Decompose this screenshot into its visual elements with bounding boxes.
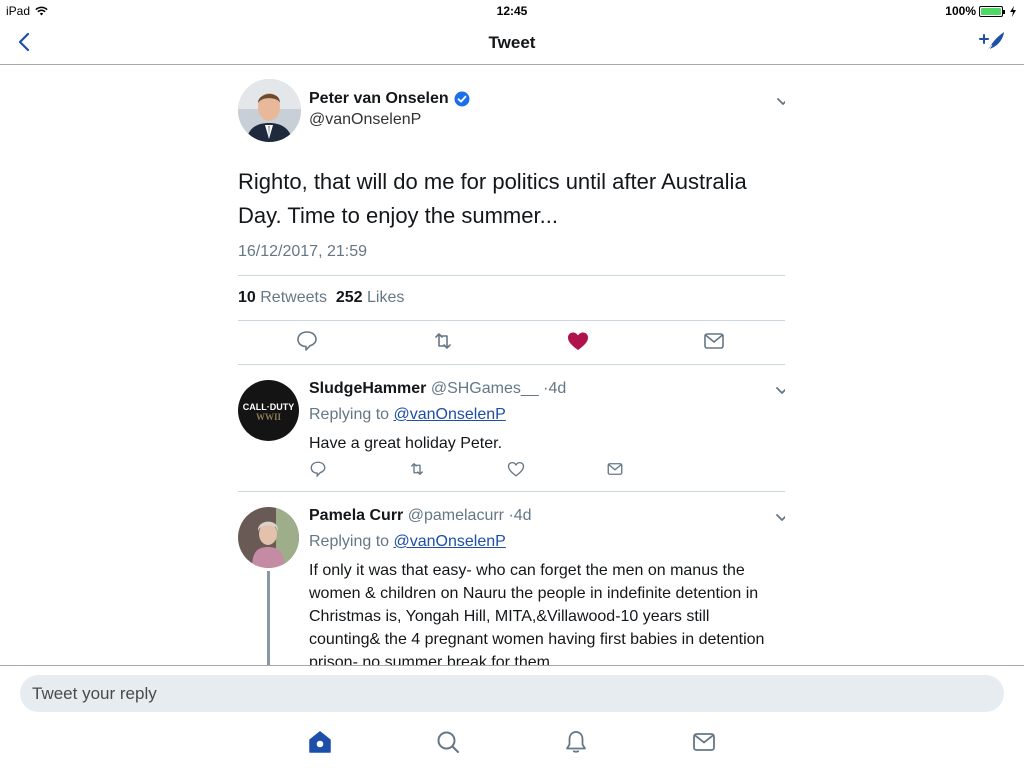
notifications-icon[interactable] (563, 729, 589, 755)
tweet-timestamp: 16/12/2017, 21:59 (238, 243, 368, 260)
search-icon[interactable] (435, 729, 461, 755)
direct-message-icon[interactable] (606, 460, 624, 478)
avatar-logo-text: CALL·DUTY (243, 402, 295, 412)
battery-icon (979, 5, 1005, 17)
retweets-label[interactable]: Retweets (260, 289, 327, 306)
like-icon[interactable] (507, 460, 525, 478)
author-name[interactable]: Peter van Onselen (309, 90, 470, 108)
replying-to: Replying to @vanOnselenP (309, 406, 506, 424)
reply-avatar[interactable]: CALL·DUTY WWII (238, 380, 299, 441)
tweet-text: Righto, that will do me for politics unt… (238, 169, 747, 228)
reply-author-name[interactable]: SludgeHammer (309, 380, 426, 397)
compose-tweet-icon[interactable] (978, 28, 1006, 56)
page-title: Tweet (488, 33, 536, 52)
like-heart-icon[interactable] (566, 329, 590, 353)
reply-item: CALL·DUTY WWII SludgeHammer @SHGames__ ·… (238, 380, 785, 492)
replying-to-prefix: Replying to (309, 533, 390, 550)
author-handle[interactable]: @vanOnselenP (309, 111, 421, 129)
tweet-actions (238, 329, 785, 357)
reply-text: Have a great holiday Peter. (309, 435, 503, 452)
tweet-stats: 10 Retweets 252 Likes (238, 289, 404, 307)
replying-to-prefix: Replying to (309, 406, 390, 423)
author-avatar[interactable] (238, 79, 301, 142)
reply-author-name[interactable]: Pamela Curr (309, 507, 403, 524)
status-bar: iPad 12:45 100% (0, 0, 1024, 22)
author-name-text: Peter van Onselen (309, 90, 449, 107)
reply-age: ·4d (543, 380, 567, 397)
likes-label[interactable]: Likes (367, 289, 404, 306)
divider (238, 491, 785, 492)
reply-actions (309, 460, 629, 480)
reply-icon[interactable] (309, 460, 327, 478)
divider (238, 364, 785, 365)
retweets-count[interactable]: 10 (238, 289, 256, 306)
reply-item: Pamela Curr @pamelacurr ·4d Replying to … (238, 507, 785, 665)
thread-line (267, 571, 270, 665)
retweet-icon[interactable] (431, 329, 455, 353)
replying-to-link[interactable]: @vanOnselenP (394, 533, 506, 550)
author-avatar-image (238, 79, 301, 142)
avatar-logo-subtext: WWII (256, 412, 282, 422)
reply-avatar-image: CALL·DUTY WWII (238, 380, 299, 441)
tweet-detail: Peter van Onselen @vanOnselenP Righto, t… (238, 65, 785, 665)
reply-text: If only it was that easy- who can forget… (309, 562, 765, 665)
retweet-icon[interactable] (408, 460, 426, 478)
battery-percent: 100% (945, 4, 976, 18)
chevron-down-icon[interactable] (775, 385, 785, 395)
likes-count[interactable]: 252 (336, 289, 363, 306)
replying-to-link[interactable]: @vanOnselenP (394, 406, 506, 423)
nav-bar: Tweet (0, 22, 1024, 65)
reply-author-handle[interactable]: @pamelacurr (408, 507, 504, 524)
messages-icon[interactable] (691, 729, 717, 755)
direct-message-icon[interactable] (702, 329, 726, 353)
battery-level (981, 7, 1001, 15)
reply-header: Pamela Curr @pamelacurr ·4d (309, 507, 532, 525)
reply-icon[interactable] (295, 329, 319, 353)
home-icon[interactable] (307, 729, 333, 755)
divider (238, 320, 785, 321)
replying-to: Replying to @vanOnselenP (309, 533, 506, 551)
reply-avatar[interactable] (238, 507, 299, 568)
chevron-down-icon[interactable] (776, 96, 785, 106)
charging-icon (1010, 5, 1016, 17)
chevron-down-icon[interactable] (775, 512, 785, 522)
verified-badge-icon (454, 91, 470, 107)
reply-avatar-image (238, 507, 299, 568)
reply-header: SludgeHammer @SHGames__ ·4d (309, 380, 566, 398)
reply-age: ·4d (508, 507, 532, 524)
compose-bar (0, 665, 1024, 768)
reply-input[interactable] (20, 675, 1004, 712)
status-time: 12:45 (496, 4, 528, 18)
divider (238, 275, 785, 276)
reply-author-handle[interactable]: @SHGames__ (431, 380, 539, 397)
